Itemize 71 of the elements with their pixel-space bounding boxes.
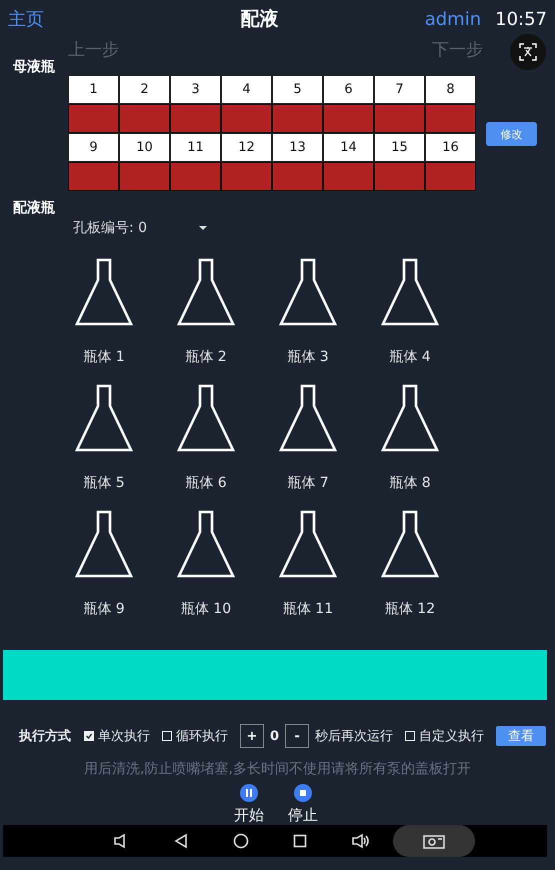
- screenshot-button[interactable]: [393, 825, 475, 857]
- bottle-label: 瓶体 12: [384, 600, 436, 618]
- well-number: 13: [272, 133, 323, 162]
- hint-text: 用后清洗,防止喷嘴堵塞,多长时间不使用请将所有泵的盖板打开: [84, 761, 471, 777]
- well-number: 11: [170, 133, 221, 162]
- well-number: 14: [323, 133, 374, 162]
- decrement-button[interactable]: -: [285, 724, 310, 748]
- bottle-label: 瓶体 10: [180, 600, 232, 618]
- volume-up-icon[interactable]: [351, 833, 369, 849]
- flask-icon: [279, 258, 337, 326]
- well-number: 5: [272, 75, 323, 104]
- flask-icon: [177, 510, 235, 578]
- section-label: 母液瓶: [13, 59, 55, 75]
- bottle-label: 瓶体 5: [83, 474, 125, 492]
- stop-button[interactable]: 停止: [288, 784, 318, 825]
- well-number: 2: [119, 75, 170, 104]
- flask-icon: [75, 258, 133, 326]
- flask-icon: [381, 384, 439, 452]
- bottle-label: 瓶体 9: [83, 600, 125, 618]
- field-label: 执行方式: [19, 728, 71, 745]
- pause-icon: [240, 784, 258, 802]
- start-button[interactable]: 开始: [234, 784, 264, 825]
- flask-icon: [75, 384, 133, 452]
- well-number: 16: [425, 133, 476, 162]
- bottle-label: 瓶体 6: [185, 474, 227, 492]
- flask-icon: [75, 510, 133, 578]
- checkbox[interactable]: [405, 731, 416, 741]
- well-number: 7: [374, 75, 425, 104]
- well-number: 6: [323, 75, 374, 104]
- interval-suffix: 秒后再次运行: [315, 728, 394, 745]
- checkbox[interactable]: [162, 731, 172, 741]
- home-link[interactable]: 主页: [8, 7, 44, 31]
- camera-icon: [423, 833, 445, 849]
- section-label: 配液瓶: [13, 200, 55, 216]
- flask-icon: [177, 258, 235, 326]
- well-number: 9: [68, 133, 119, 162]
- interval-value: 0: [270, 728, 280, 744]
- page-title: 配液: [239, 7, 280, 32]
- flask-icon: [381, 510, 439, 578]
- checkbox-label: 单次执行: [98, 728, 150, 745]
- translate-icon[interactable]: [510, 34, 546, 70]
- clock-time: 10:57: [495, 8, 547, 30]
- bottle-label: 瓶体 4: [389, 348, 431, 366]
- bottle-label: 瓶体 8: [389, 474, 431, 492]
- well-number: 8: [425, 75, 476, 104]
- bottle-label: 瓶体 11: [282, 600, 334, 618]
- well-number: 4: [221, 75, 272, 104]
- home-icon[interactable]: [233, 833, 249, 849]
- bottle-label: 瓶体 2: [185, 348, 227, 366]
- well-number: 10: [119, 133, 170, 162]
- flask-icon: [381, 258, 439, 326]
- checkbox-label: 自定义执行: [419, 728, 484, 745]
- checkbox[interactable]: [84, 731, 94, 741]
- flask-icon: [177, 384, 235, 452]
- well-number: 12: [221, 133, 272, 162]
- checkbox-label: 循环执行: [176, 728, 228, 745]
- bottle-label: 瓶体 3: [287, 348, 329, 366]
- dropdown-caret-icon: [199, 226, 207, 230]
- flask-icon: [279, 384, 337, 452]
- bottle-label: 瓶体 1: [83, 348, 125, 366]
- back-icon[interactable]: [173, 833, 189, 849]
- username: admin: [424, 8, 482, 30]
- flask-icon: [279, 510, 337, 578]
- well-number: 1: [68, 75, 119, 104]
- well-number: 3: [170, 75, 221, 104]
- stop-icon: [294, 784, 312, 802]
- plate-dropdown[interactable]: 孔板编号: 0: [73, 217, 207, 239]
- well-number: 15: [374, 133, 425, 162]
- increment-button[interactable]: +: [240, 724, 264, 748]
- bottle-label: 瓶体 7: [287, 474, 329, 492]
- recents-icon[interactable]: [293, 834, 307, 848]
